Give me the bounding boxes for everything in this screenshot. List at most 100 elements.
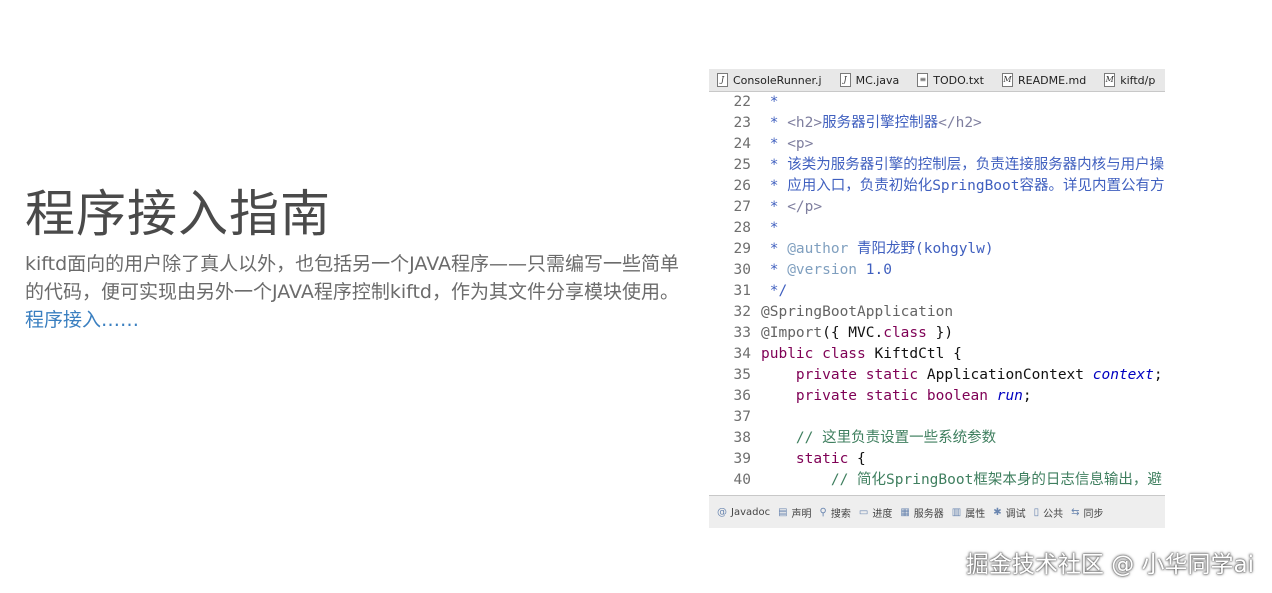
code-token: 青阳龙野(kohgylw): [848, 241, 994, 257]
line-number: 24: [733, 136, 751, 152]
code-editor-screenshot: J ConsoleRunner.j J MC.java ≡ TODO.txt M README…: [709, 69, 1165, 528]
line-number: 36: [733, 388, 751, 404]
java-file-icon: J: [717, 73, 728, 87]
code-token: ;: [1153, 367, 1163, 383]
code-token: </h2>: [938, 115, 982, 131]
view-tab[interactable]: ▤ 声明: [778, 505, 811, 520]
debug-icon: ✱: [993, 506, 1002, 518]
editor-tab-bar: J ConsoleRunner.j J MC.java ≡ TODO.txt M README…: [709, 69, 1165, 92]
code-text: */: [761, 281, 787, 302]
code-text: * <h2>服务器引擎控制器</h2>: [761, 113, 982, 134]
line-number: 39: [733, 451, 751, 467]
view-tab[interactable]: ▥ 属性: [952, 505, 985, 520]
view-tab[interactable]: @ Javadoc: [717, 507, 770, 518]
code-token: *: [761, 262, 788, 278]
at-icon: @: [717, 506, 727, 518]
editor-tab[interactable]: J ConsoleRunner.j: [709, 69, 832, 91]
sync-icon: ⇆: [1071, 506, 1080, 518]
view-tab-label: 同步: [1083, 508, 1104, 520]
line-number: 27: [733, 199, 751, 215]
code-token: public class: [761, 346, 866, 362]
markdown-file-icon: M: [1002, 73, 1013, 87]
markdown-file-icon: M: [1104, 73, 1116, 87]
watermark: 掘金技术社区 @ 小华同学ai: [965, 552, 1254, 578]
code-token: @Import: [761, 325, 823, 341]
console-icon: ▯: [1033, 506, 1040, 518]
line-number: 31: [733, 283, 751, 299]
code-line: 36 private static boolean run;: [709, 386, 1165, 407]
code-text: private static ApplicationContext contex…: [761, 365, 1163, 386]
code-line: 38 // 这里负责设置一些系统参数: [709, 428, 1165, 449]
view-tab[interactable]: ▭ 进度: [859, 505, 892, 520]
code-token: private static: [795, 367, 919, 383]
editor-tab-label: TODO.txt: [933, 73, 984, 87]
declaration-icon: ▤: [778, 506, 788, 518]
code-text: static {: [761, 449, 866, 470]
code-token: @author: [787, 241, 849, 257]
code-token: ApplicationContext: [918, 367, 1093, 383]
code-token: class: [883, 325, 927, 341]
view-tab-label: 调试: [1005, 508, 1026, 520]
code-line: 29 * @author 青阳龙野(kohgylw): [709, 239, 1165, 260]
code-text: @Import({ MVC.class }): [761, 323, 953, 344]
code-area: 22 * 23 * <h2>服务器引擎控制器</h2> 24 * <p> 25 * …: [709, 92, 1165, 496]
code-token: KiftdCtl {: [865, 346, 962, 362]
code-line: 39 static {: [709, 449, 1165, 470]
code-token: static: [795, 451, 849, 467]
search-icon: ⚲: [819, 506, 827, 518]
code-token: </p>: [787, 199, 823, 215]
view-tab-label: 服务器: [913, 508, 944, 520]
code-text: * 该类为服务器引擎的控制层，负责连接服务器内核与用户操: [761, 155, 1164, 176]
code-text: * @version 1.0: [761, 260, 892, 281]
line-number: 26: [733, 178, 751, 194]
code-line: 33 @Import({ MVC.class }): [709, 323, 1165, 344]
code-text: // 简化SpringBoot框架本身的日志信息输出，避: [761, 470, 1162, 491]
page-title: 程序接入指南: [25, 185, 331, 243]
code-line: 28 *: [709, 218, 1165, 239]
code-text: * </p>: [761, 197, 822, 218]
code-token: *: [761, 199, 788, 215]
editor-tab[interactable]: Mkiftd/p: [1096, 69, 1165, 91]
progress-icon: ▭: [858, 506, 869, 518]
code-token: * 应用入口，负责初始化SpringBoot容器。详见内置公有方: [761, 178, 1165, 194]
code-token: 1.0: [857, 262, 892, 278]
code-line: 32 @SpringBootApplication: [709, 302, 1165, 323]
editor-tab[interactable]: ≡ TODO.txt: [909, 69, 994, 91]
view-tab[interactable]: ✱ 调试: [993, 505, 1025, 520]
code-line: 40 // 简化SpringBoot框架本身的日志信息输出，避: [709, 470, 1165, 491]
view-tab[interactable]: ⇆ 同步: [1071, 505, 1103, 520]
code-line: 30 * @version 1.0: [709, 260, 1165, 281]
editor-tab-label: kiftd/p: [1120, 73, 1156, 87]
view-tab[interactable]: ⚲ 搜索: [820, 505, 851, 520]
code-line: 25 * 该类为服务器引擎的控制层，负责连接服务器内核与用户操: [709, 155, 1165, 176]
line-number: 28: [733, 220, 751, 236]
code-token: }): [926, 325, 954, 341]
code-text: *: [761, 92, 787, 113]
editor-tab-label: README.md: [1018, 73, 1087, 87]
code-text: * <p>: [761, 134, 814, 155]
code-text: public class KiftdCtl {: [761, 344, 962, 365]
view-tab-label: 声明: [791, 508, 812, 520]
editor-tab[interactable]: M README.md: [994, 69, 1096, 91]
line-number: 34: [733, 346, 751, 362]
code-token: *: [761, 241, 788, 257]
code-token: @version: [787, 262, 858, 278]
view-tab-label: 搜索: [830, 508, 851, 520]
code-token: private static boolean: [795, 388, 988, 404]
view-tab[interactable]: ▯ 公共: [1034, 505, 1064, 520]
read-more-link[interactable]: 程序接入……: [25, 309, 139, 331]
view-tab-label: 进度: [872, 508, 893, 520]
code-token: *: [761, 115, 788, 131]
code-text: // 这里负责设置一些系统参数: [761, 428, 996, 449]
view-tab[interactable]: ▦ 服务器: [900, 505, 943, 520]
editor-tab[interactable]: J MC.java: [832, 69, 910, 91]
line-number: 25: [733, 157, 751, 173]
editor-tab-label: ConsoleRunner.j: [733, 73, 822, 87]
code-text: * @author 青阳龙野(kohgylw): [761, 239, 994, 260]
code-line: 22 *: [709, 92, 1165, 113]
code-text: private static boolean run;: [761, 386, 1032, 407]
